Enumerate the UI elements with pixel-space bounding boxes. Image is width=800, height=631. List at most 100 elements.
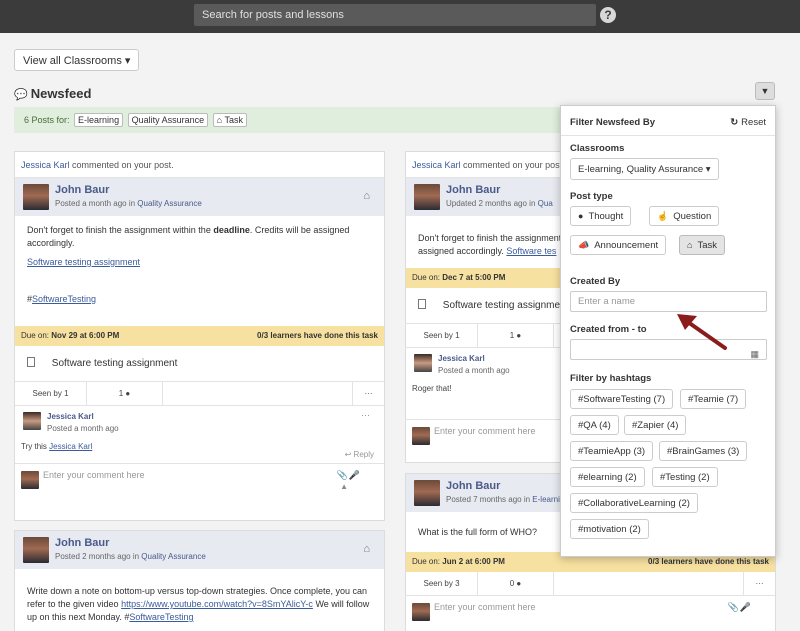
divider xyxy=(561,135,775,136)
refresh-icon: ↻ xyxy=(730,117,739,128)
comment-count[interactable]: 1 ● xyxy=(478,324,554,347)
type-task-button[interactable]: ⌂ Task xyxy=(679,235,725,255)
stats-spacer xyxy=(163,382,353,405)
post-card: Jessica Karl commented on your post. Joh… xyxy=(14,151,385,521)
avatar[interactable] xyxy=(414,184,440,210)
comment-count[interactable]: 1 ● xyxy=(87,382,163,405)
avatar xyxy=(21,471,39,489)
hashtag-chip[interactable]: #TeamieApp (3) xyxy=(570,441,654,461)
comment-item: Jessica Karl Posted a month ago ··· Try … xyxy=(15,406,384,464)
microphone-icon[interactable]: 🎤 xyxy=(349,470,360,481)
seen-by-button[interactable]: Seen by 1 xyxy=(15,382,87,405)
caret-down-icon: ▾ xyxy=(705,164,711,175)
avatar xyxy=(412,427,430,445)
avatar[interactable] xyxy=(414,480,440,506)
notify-user-link[interactable]: Jessica Karl xyxy=(21,160,70,170)
search-input[interactable]: Search for posts and lessons xyxy=(194,4,596,26)
post-body: Don't forget to finish the assignment wi… xyxy=(27,225,350,304)
post-type-label: Post type xyxy=(570,191,613,202)
more-options-button[interactable]: ··· xyxy=(353,382,384,405)
avatar[interactable] xyxy=(23,537,49,563)
comment-input[interactable]: Enter your comment here xyxy=(434,602,536,612)
assignment-link[interactable]: Software testing assignment xyxy=(27,257,140,267)
funnel-icon: ▼ xyxy=(760,86,770,96)
classroom-link[interactable]: Qua xyxy=(538,199,553,208)
hashtag-chip[interactable]: #Testing (2) xyxy=(652,467,718,487)
type-thought-button[interactable]: ● Thought xyxy=(570,206,632,226)
mention-link[interactable]: Jessica Karl xyxy=(49,442,92,451)
hashtag-chip[interactable]: #QA (4) xyxy=(570,415,619,435)
task-progress: 0/3 learners have done this task xyxy=(648,557,769,566)
type-announcement-button[interactable]: 📣 Announcement xyxy=(570,235,667,255)
drive-icon[interactable]: ▲ xyxy=(340,482,348,491)
avatar[interactable] xyxy=(414,354,432,372)
type-question-button[interactable]: ☝ Question xyxy=(649,206,720,226)
filter-toggle-button[interactable]: ▼ xyxy=(755,82,775,100)
page-title: 💬 Newsfeed xyxy=(14,86,92,101)
top-bar: Search for posts and lessons ? xyxy=(0,0,800,33)
seen-by-button[interactable]: Seen by 1 xyxy=(406,324,478,347)
reset-button[interactable]: ↻ Reset xyxy=(730,117,766,128)
hashtag-chip[interactable]: #motivation (2) xyxy=(570,519,649,539)
comment-input[interactable]: Enter your comment here xyxy=(43,470,145,480)
comments-icon: 💬 xyxy=(14,89,28,101)
more-options-button[interactable]: ··· xyxy=(744,572,775,595)
avatar[interactable] xyxy=(23,412,41,430)
reply-button[interactable]: ↩ Reply xyxy=(345,450,374,459)
video-link[interactable]: https://www.youtube.com/watch?v=8SmYAlic… xyxy=(121,599,313,609)
comment-time: Posted a month ago xyxy=(47,424,119,433)
hand-pointer-icon: ☝ xyxy=(657,211,669,221)
comment-input[interactable]: Enter your comment here xyxy=(434,426,536,436)
comment-icon: ● xyxy=(516,579,522,588)
attach-icon[interactable]: 📎 xyxy=(337,470,348,481)
author-name[interactable]: John Baur xyxy=(446,480,500,492)
seen-by-button[interactable]: Seen by 3 xyxy=(406,572,478,595)
document-icon xyxy=(27,357,35,367)
calendar-icon[interactable]: ▦ xyxy=(750,349,759,360)
avatar[interactable] xyxy=(23,184,49,210)
post-meta: Posted 2 months ago in Quality Assurance xyxy=(55,552,206,561)
comment-text: Roger that! xyxy=(412,384,452,393)
home-icon: ⌂ xyxy=(687,240,693,250)
microphone-icon[interactable]: 🎤 xyxy=(740,602,751,613)
assignment-link[interactable]: Software tes xyxy=(506,246,556,256)
comment-count[interactable]: 0 ● xyxy=(478,572,554,595)
view-classrooms-dropdown[interactable]: View all Classrooms ▾ xyxy=(14,49,140,71)
comment-icon: ● xyxy=(578,211,584,221)
comment-time: Posted a month ago xyxy=(438,366,510,375)
help-icon[interactable]: ? xyxy=(600,7,616,23)
comment-author[interactable]: Jessica Karl xyxy=(47,412,94,421)
comment-more-button[interactable]: ··· xyxy=(361,410,370,420)
home-icon: ⌂ xyxy=(363,543,370,555)
classroom-link[interactable]: Quality Assurance xyxy=(137,199,201,208)
classroom-link[interactable]: Quality Assurance xyxy=(141,552,205,561)
hashtag-chip[interactable]: #Teamie (7) xyxy=(680,389,747,409)
hashtag-chip[interactable]: #Zapier (4) xyxy=(624,415,687,435)
classrooms-dropdown[interactable]: E-learning, Quality Assurance ▾ xyxy=(570,158,719,180)
notify-user-link[interactable]: Jessica Karl xyxy=(412,160,461,170)
post-meta: Updated 2 months ago in Qua xyxy=(446,199,553,208)
avatar xyxy=(412,603,430,621)
post-body: Write down a note on bottom-up versus to… xyxy=(27,586,370,622)
hashtag-chip[interactable]: #BrainGames (3) xyxy=(659,441,748,461)
task-item[interactable]: Software testing assignment xyxy=(15,346,384,382)
comment-author[interactable]: Jessica Karl xyxy=(438,354,485,363)
author-name[interactable]: John Baur xyxy=(55,537,109,549)
filter-chip-task: ⌂ Task xyxy=(212,113,247,127)
post-stats: Seen by 1 1 ● ··· xyxy=(15,382,384,406)
created-by-label: Created By xyxy=(570,276,621,287)
author-name[interactable]: John Baur xyxy=(55,184,109,196)
comment-input-row: Enter your comment here 📎 🎤 ▲ xyxy=(15,464,384,498)
created-by-input[interactable]: Enter a name xyxy=(570,291,767,312)
hashtag-chip[interactable]: #SoftwareTesting (7) xyxy=(570,389,674,409)
attach-icon[interactable]: 📎 xyxy=(728,602,739,613)
stats-spacer xyxy=(554,572,744,595)
hashtag-chip[interactable]: #elearning (2) xyxy=(570,467,645,487)
hashtag-link[interactable]: SoftwareTesting xyxy=(129,612,193,622)
post-notification: Jessica Karl commented on your post. xyxy=(15,152,384,178)
date-range-input[interactable] xyxy=(570,339,767,360)
author-name[interactable]: John Baur xyxy=(446,184,500,196)
hashtag-chip[interactable]: #CollaborativeLearning (2) xyxy=(570,493,698,513)
home-icon: ⌂ xyxy=(363,190,370,202)
hashtag-link[interactable]: SoftwareTesting xyxy=(32,294,96,304)
